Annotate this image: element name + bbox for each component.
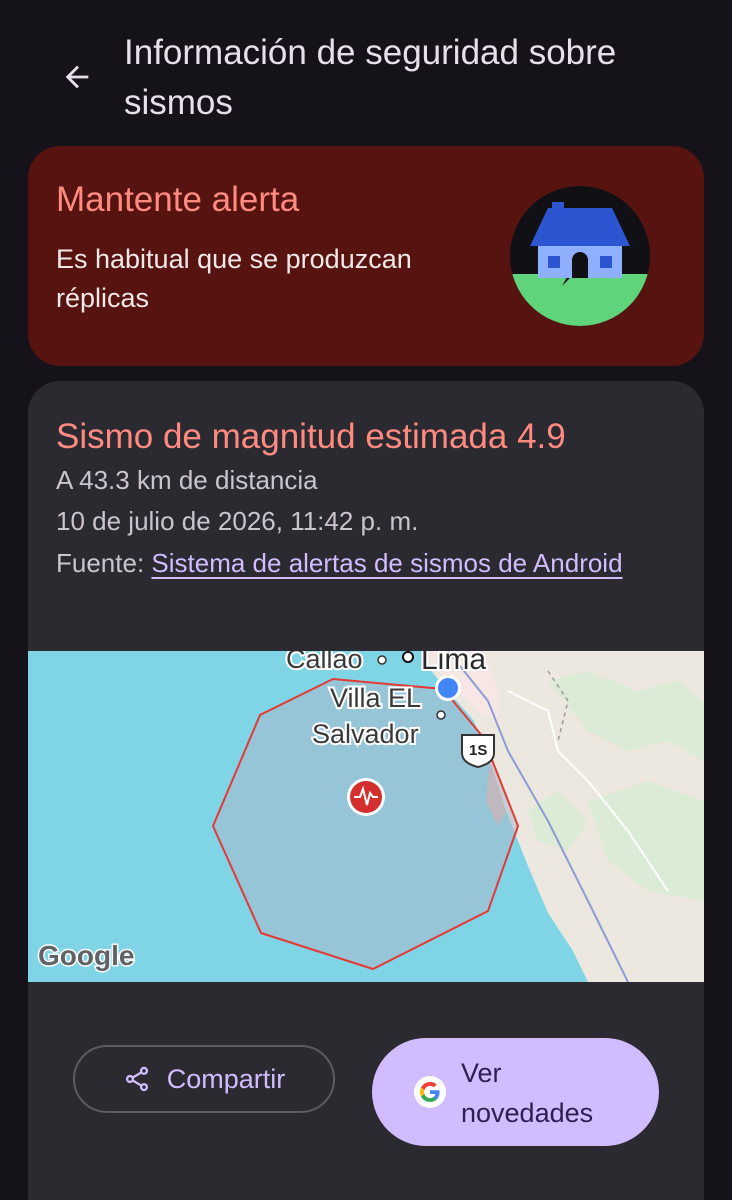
source-link[interactable]: Sistema de alertas de sismos de Android (151, 548, 622, 578)
map-label-lima: Lima (421, 651, 486, 676)
quake-magnitude-title: Sismo de magnitud estimada 4.9 (56, 417, 566, 456)
app-header: Información de seguridad sobre sismos (0, 0, 732, 140)
map-label-villa: Villa EL (330, 683, 421, 713)
aftershock-alert-card: Mantente alerta Es habitual que se produ… (28, 146, 704, 366)
share-icon (125, 1066, 148, 1092)
source-prefix: Fuente: (56, 548, 152, 578)
view-news-label: Ver novedades (461, 1058, 594, 1128)
google-attribution: Google (38, 940, 134, 971)
map-city-marker (436, 710, 446, 720)
map-city-marker (402, 651, 414, 663)
view-news-button[interactable]: Ver novedades (372, 1038, 659, 1146)
alert-title: Mantente alerta (56, 180, 300, 219)
alert-description: Es habitual que se produzcan réplicas (56, 244, 412, 313)
back-arrow-icon (65, 65, 89, 89)
map-label-callao: Callao (286, 651, 363, 674)
map-label-salvador: Salvador (312, 719, 419, 749)
earthquake-info-card: Sismo de magnitud estimada 4.9 A 43.3 km… (28, 381, 704, 1200)
quake-datetime: 10 de julio de 2026, 11:42 p. m. (56, 506, 419, 536)
back-button[interactable] (52, 52, 102, 102)
quake-epicenter-icon[interactable] (347, 778, 385, 816)
page-title: Información de seguridad sobre sismos (124, 33, 617, 122)
route-shield-icon: 1S (461, 734, 495, 769)
google-g-icon (414, 1076, 446, 1108)
house-quake-icon (510, 186, 650, 326)
map-city-marker (377, 655, 387, 665)
quake-source: Fuente: Sistema de alertas de sismos de … (56, 543, 656, 584)
quake-distance: A 43.3 km de distancia (56, 465, 318, 495)
share-button[interactable]: Compartir (73, 1045, 335, 1113)
route-number: 1S (469, 742, 487, 759)
share-label: Compartir (166, 1063, 286, 1094)
quake-map[interactable]: Callao Lima Villa EL Salvador 1S Google (28, 651, 704, 982)
